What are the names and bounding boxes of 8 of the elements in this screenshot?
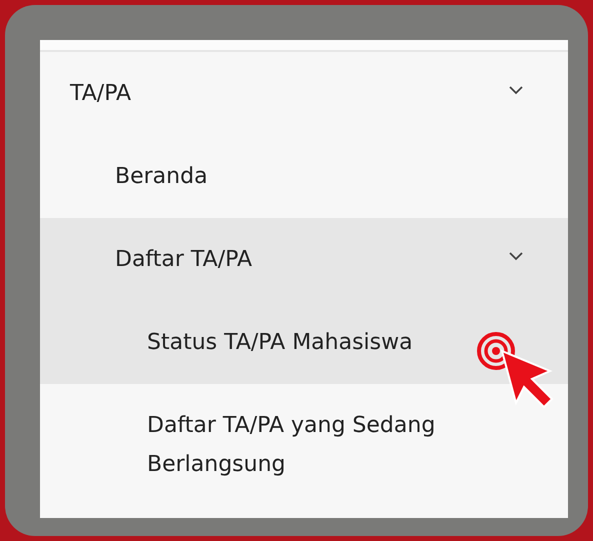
menu-item[interactable]: Daftar TA/PA yang Sedang Berlangsung bbox=[40, 384, 568, 506]
chevron-icon bbox=[509, 86, 523, 95]
menu-item[interactable]: Beranda bbox=[40, 135, 568, 218]
cursor-icon bbox=[500, 349, 556, 409]
menu-item[interactable]: TA/PA bbox=[40, 52, 568, 135]
target-icon bbox=[476, 331, 516, 371]
menu-item[interactable]: Daftar TA/PA bbox=[40, 218, 568, 301]
chevron-icon bbox=[509, 252, 523, 261]
